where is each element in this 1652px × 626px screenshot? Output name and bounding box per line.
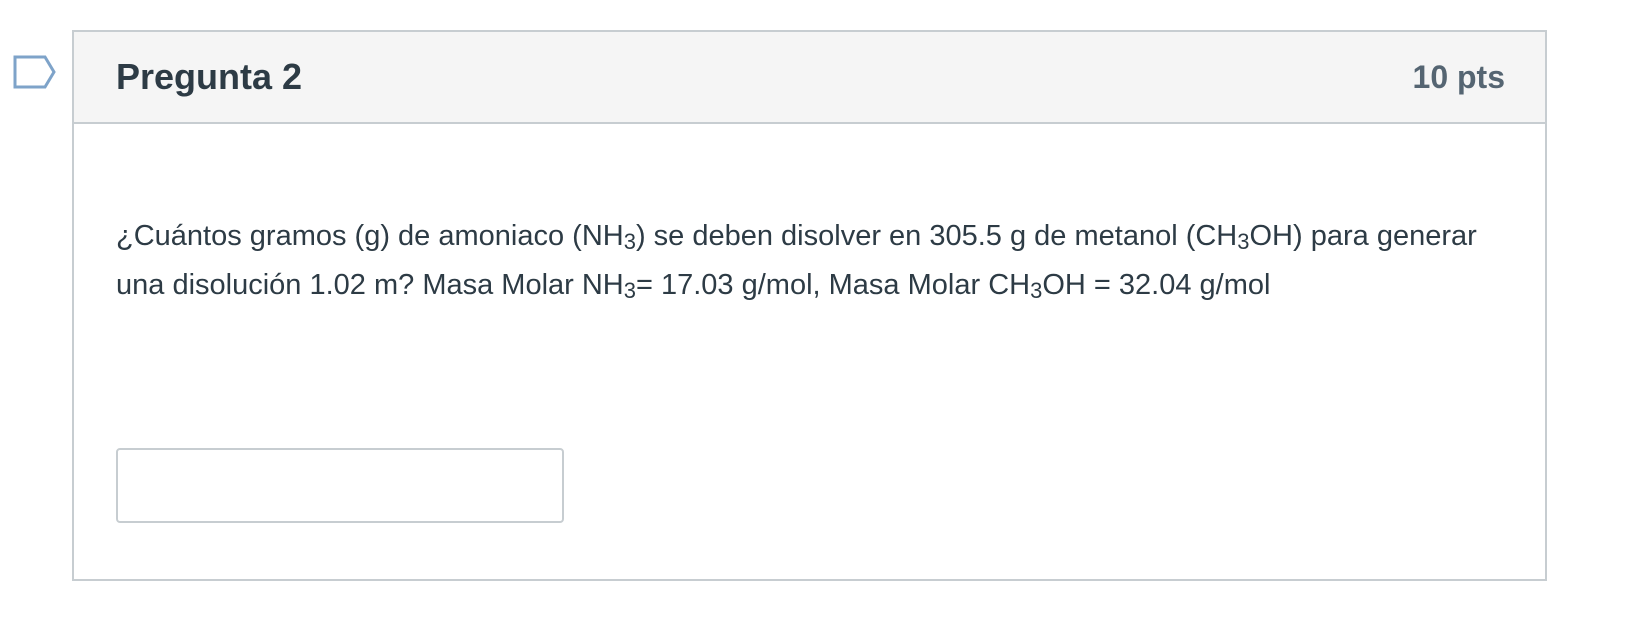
question-title: Pregunta 2 <box>116 56 303 97</box>
question-points: 10 pts <box>1412 58 1505 95</box>
question-header: Pregunta 2 10 pts <box>74 32 1545 124</box>
question-body: ¿Cuántos gramos (g) de amoniaco (NH3) se… <box>74 212 1545 523</box>
subscript: 3 <box>1030 278 1043 303</box>
question-text-part: ¿Cuántos gramos (g) de amoniaco (NH <box>116 220 624 252</box>
subscript: 3 <box>623 278 636 303</box>
answer-input[interactable] <box>116 448 564 523</box>
question-text-part: = 17.03 g/mol, Masa Molar CH <box>636 269 1031 301</box>
subscript: 3 <box>623 229 636 254</box>
question-card: Pregunta 2 10 pts ¿Cuántos gramos (g) de… <box>72 30 1547 581</box>
question-text: ¿Cuántos gramos (g) de amoniaco (NH3) se… <box>116 212 1503 310</box>
subscript: 3 <box>1237 229 1250 254</box>
flag-question-icon[interactable] <box>13 55 57 91</box>
question-text-part: OH = 32.04 g/mol <box>1042 269 1271 301</box>
question-text-part: ) se deben disolver en 305.5 g de metano… <box>635 220 1238 252</box>
